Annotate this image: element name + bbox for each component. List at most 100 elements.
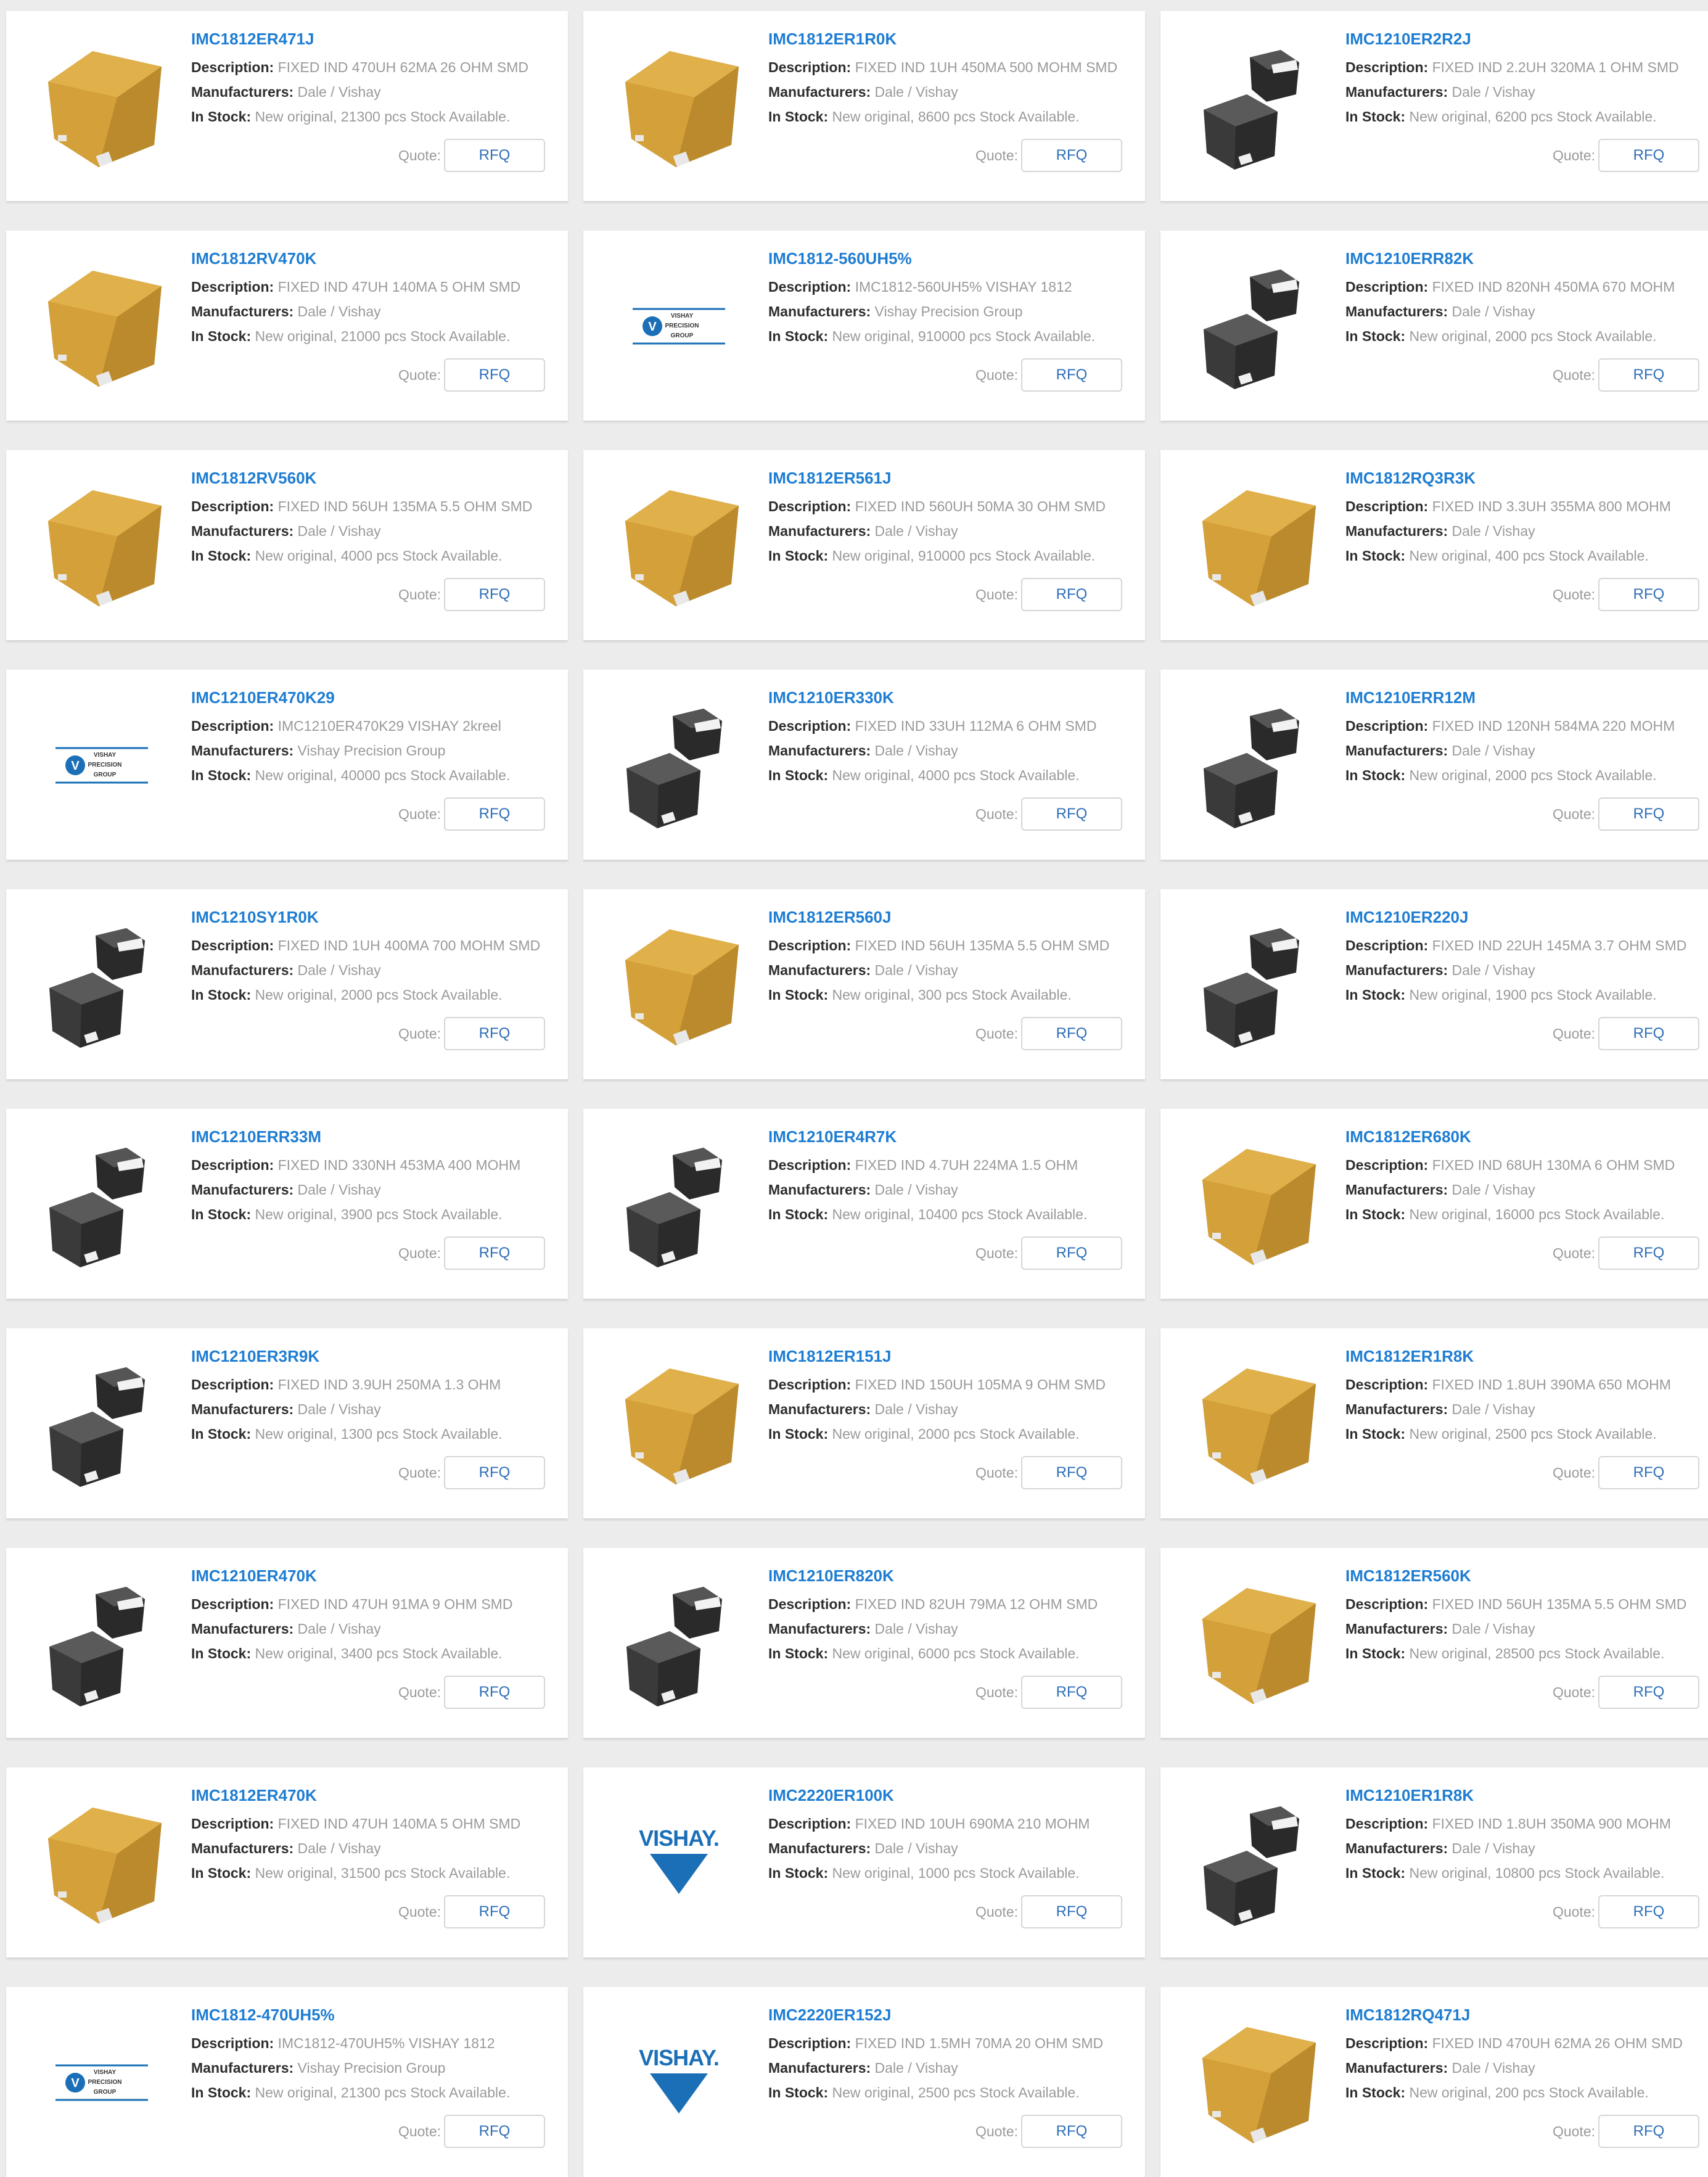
rfq-button[interactable]: RFQ (1021, 797, 1122, 831)
product-image[interactable] (608, 472, 750, 614)
product-image[interactable] (31, 33, 173, 175)
part-number-link[interactable]: IMC1812ER1R8K (1345, 1347, 1474, 1366)
product-image[interactable] (1185, 911, 1327, 1053)
rfq-button[interactable]: RFQ (444, 139, 545, 172)
rfq-button[interactable]: RFQ (1598, 358, 1699, 392)
in-stock-label: In Stock: (768, 1865, 829, 1881)
part-number-link[interactable]: IMC1210ERR12M (1345, 688, 1476, 707)
part-number-link[interactable]: IMC1210ER2R2J (1345, 30, 1471, 49)
rfq-button[interactable]: RFQ (1598, 1237, 1699, 1270)
part-number-link[interactable]: IMC1812ER471J (191, 30, 314, 49)
rfq-button[interactable]: RFQ (1021, 139, 1122, 172)
manufacturers-label: Manufacturers: (191, 1182, 294, 1198)
rfq-button[interactable]: RFQ (1598, 1456, 1699, 1489)
rfq-button[interactable]: RFQ (444, 1017, 545, 1050)
product-image[interactable] (608, 911, 750, 1053)
part-number-link[interactable]: IMC1812ER1R0K (768, 30, 897, 49)
product-image[interactable] (1185, 1350, 1327, 1492)
rfq-button[interactable]: RFQ (1598, 2115, 1699, 2148)
product-image[interactable] (31, 1350, 173, 1492)
inductor-image (1202, 2027, 1316, 2143)
rfq-button[interactable]: RFQ (1021, 1676, 1122, 1709)
rfq-button[interactable]: RFQ (444, 358, 545, 392)
part-number-link[interactable]: IMC1210ERR33M (191, 1127, 321, 1146)
rfq-button[interactable]: RFQ (1598, 578, 1699, 611)
product-image[interactable] (1185, 691, 1327, 833)
product-image[interactable]: VISHAY. (608, 2009, 750, 2150)
part-number-link[interactable]: IMC1812RV560K (191, 469, 316, 488)
product-image[interactable]: V VISHAY PRECISION GROUP (31, 691, 173, 833)
part-number-link[interactable]: IMC1812ER470K (191, 1786, 317, 1805)
product-image[interactable] (1185, 1130, 1327, 1272)
part-number-link[interactable]: IMC1210ER820K (768, 1566, 894, 1586)
rfq-button[interactable]: RFQ (1021, 1456, 1122, 1489)
product-image[interactable] (608, 1130, 750, 1272)
rfq-button[interactable]: RFQ (1598, 1017, 1699, 1050)
part-number-link[interactable]: IMC1812-470UH5% (191, 2006, 335, 2025)
part-number-link[interactable]: IMC1812ER151J (768, 1347, 891, 1366)
part-number-link[interactable]: IMC1812-560UH5% (768, 249, 912, 268)
rfq-button[interactable]: RFQ (444, 1676, 545, 1709)
product-image[interactable]: VISHAY. (608, 1789, 750, 1931)
product-image[interactable] (1185, 1789, 1327, 1931)
product-image[interactable]: V VISHAY PRECISION GROUP (608, 252, 750, 394)
rfq-button[interactable]: RFQ (444, 1895, 545, 1928)
description-label: Description: (191, 2035, 274, 2051)
rfq-button[interactable]: RFQ (1598, 1895, 1699, 1928)
manufacturers-label: Manufacturers: (191, 303, 294, 319)
manufacturer-value: Dale / Vishay (297, 962, 381, 978)
stock-row: In Stock: New original, 1000 pcs Stock A… (768, 1865, 1080, 1882)
product-image[interactable] (608, 1350, 750, 1492)
rfq-button[interactable]: RFQ (1598, 797, 1699, 831)
product-image[interactable] (1185, 472, 1327, 614)
part-number-link[interactable]: IMC1210SY1R0K (191, 908, 319, 927)
rfq-button[interactable]: RFQ (1021, 358, 1122, 392)
rfq-button[interactable]: RFQ (444, 797, 545, 831)
product-image[interactable] (608, 1570, 750, 1711)
part-number-link[interactable]: IMC1210ER470K (191, 1566, 317, 1586)
rfq-button[interactable]: RFQ (1598, 1676, 1699, 1709)
part-number-link[interactable]: IMC1210ER220J (1345, 908, 1468, 927)
part-number-link[interactable]: IMC1210ER470K29 (191, 688, 335, 707)
product-image[interactable] (31, 472, 173, 614)
part-number-link[interactable]: IMC1812ER561J (768, 469, 891, 488)
part-number-link[interactable]: IMC1210ERR82K (1345, 249, 1474, 268)
part-number-link[interactable]: IMC1812ER560K (1345, 1566, 1471, 1586)
part-number-link[interactable]: IMC1812ER560J (768, 908, 891, 927)
product-image[interactable] (31, 1570, 173, 1711)
rfq-button[interactable]: RFQ (1021, 1895, 1122, 1928)
part-number-link[interactable]: IMC1812RV470K (191, 249, 316, 268)
product-image[interactable] (608, 691, 750, 833)
part-number-link[interactable]: IMC2220ER152J (768, 2006, 891, 2025)
rfq-button[interactable]: RFQ (444, 578, 545, 611)
part-number-link[interactable]: IMC1210ER3R9K (191, 1347, 319, 1366)
rfq-button[interactable]: RFQ (1598, 139, 1699, 172)
part-number-link[interactable]: IMC1812RQ471J (1345, 2006, 1470, 2025)
product-image[interactable] (1185, 252, 1327, 394)
product-image[interactable] (1185, 1570, 1327, 1711)
manufacturer-row: Manufacturers: Dale / Vishay (768, 2060, 958, 2076)
rfq-button[interactable]: RFQ (1021, 2115, 1122, 2148)
part-number-link[interactable]: IMC2220ER100K (768, 1786, 894, 1805)
product-image[interactable] (31, 1789, 173, 1931)
product-image[interactable] (1185, 33, 1327, 175)
rfq-button[interactable]: RFQ (1021, 578, 1122, 611)
part-number-link[interactable]: IMC1210ER4R7K (768, 1127, 897, 1146)
part-number-link[interactable]: IMC1210ER1R8K (1345, 1786, 1474, 1805)
part-number-link[interactable]: IMC1812ER680K (1345, 1127, 1471, 1146)
product-image[interactable] (608, 33, 750, 175)
rfq-button[interactable]: RFQ (444, 1237, 545, 1270)
rfq-button[interactable]: RFQ (1021, 1017, 1122, 1050)
rfq-button[interactable]: RFQ (444, 1456, 545, 1489)
rfq-button[interactable]: RFQ (444, 2115, 545, 2148)
product-image[interactable] (31, 911, 173, 1053)
chip-image (49, 1367, 145, 1487)
part-number-link[interactable]: IMC1210ER330K (768, 688, 894, 707)
product-image[interactable] (1185, 2009, 1327, 2150)
part-number-link[interactable]: IMC1812RQ3R3K (1345, 469, 1476, 488)
product-image[interactable]: V VISHAY PRECISION GROUP (31, 2009, 173, 2150)
product-image[interactable] (31, 1130, 173, 1272)
description-row: Description: FIXED IND 1.8UH 390MA 650 M… (1345, 1377, 1671, 1393)
rfq-button[interactable]: RFQ (1021, 1237, 1122, 1270)
product-image[interactable] (31, 252, 173, 394)
